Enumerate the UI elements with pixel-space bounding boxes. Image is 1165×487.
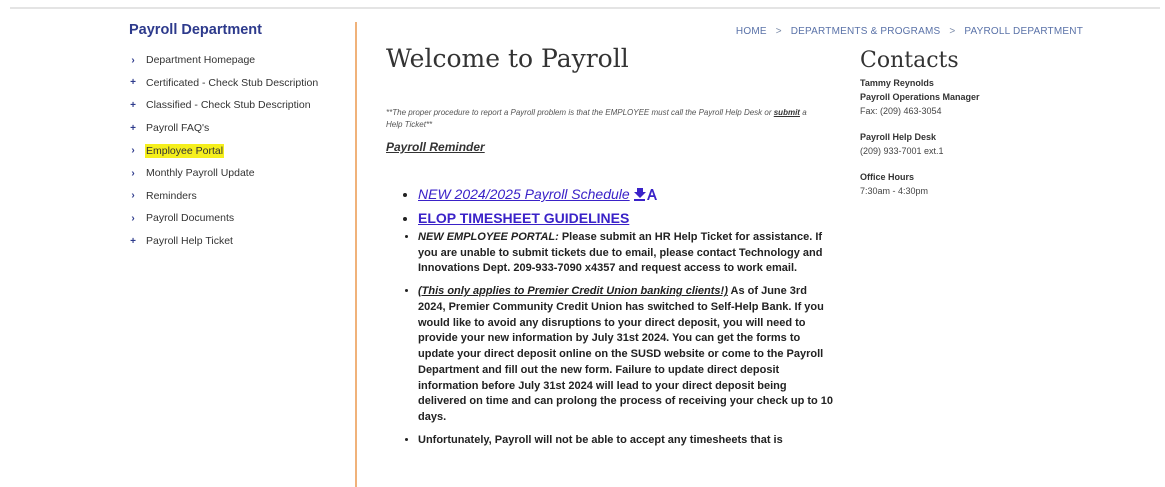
sidebar-item-label: Certificated - Check Stub Description [146, 76, 319, 89]
sidebar-item-label: Classified - Check Stub Description [146, 99, 311, 112]
chevron-right-icon: › [131, 167, 135, 179]
sidebar-item-label: Payroll FAQ's [146, 122, 210, 135]
contact-helpdesk: Payroll Help Desk (209) 933-7001 ext.1 [860, 131, 1060, 159]
chevron-right-icon: › [131, 145, 135, 157]
sidebar-item-reminders[interactable]: › Reminders [129, 185, 344, 208]
main-content: Welcome to Payroll **The proper procedur… [386, 44, 836, 455]
plus-icon: + [130, 77, 136, 89]
breadcrumb-departments-link[interactable]: DEPARTMENTS & PROGRAMS [791, 26, 941, 37]
sidebar-item-label: Reminders [146, 189, 197, 202]
hours-label: Office Hours [860, 171, 915, 182]
helpdesk-phone: (209) 933-7001 ext.1 [860, 145, 944, 156]
breadcrumb-separator: > [949, 26, 956, 37]
list-item: NEW 2024/2025 Payroll Schedule [418, 184, 836, 206]
sidebar-item-payroll-help-ticket[interactable]: + Payroll Help Ticket [129, 230, 344, 253]
chevron-right-icon: › [131, 212, 135, 224]
breadcrumb-home-link[interactable]: HOME [736, 26, 767, 37]
contact-name: Tammy Reynolds [860, 78, 934, 88]
payroll-schedule-link[interactable]: NEW 2024/2025 Payroll Schedule [418, 186, 630, 202]
sidebar-item-label: Payroll Help Ticket [146, 235, 233, 248]
sidebar-nav: Payroll Department › Department Homepage… [129, 22, 344, 252]
helpdesk-label: Payroll Help Desk [860, 131, 937, 142]
submit-ticket-link[interactable]: submit [774, 108, 800, 117]
breadcrumb: HOME > DEPARTMENTS & PROGRAMS > PAYROLL … [736, 26, 1083, 37]
chevron-right-icon: › [131, 54, 135, 66]
top-border [10, 7, 1160, 9]
payroll-problem-notice: **The proper procedure to report a Payro… [386, 107, 821, 131]
list-item: ELOP TIMESHEET GUIDELINES [418, 208, 836, 228]
breadcrumb-payroll-link[interactable]: PAYROLL DEPARTMENT [964, 26, 1083, 37]
credit-union-text: As of June 3rd 2024, Premier Community C… [418, 285, 834, 423]
timesheet-text: Unfortunately, Payroll will not be able … [418, 433, 783, 446]
contact-fax: Fax: (209) 463-3054 [860, 105, 942, 116]
sidebar-item-certificated-check-stub[interactable]: + Certificated - Check Stub Description [129, 72, 344, 95]
credit-union-note: (This only applies to Premier Credit Uni… [418, 285, 728, 298]
sidebar-item-monthly-payroll-update[interactable]: › Monthly Payroll Update [129, 162, 344, 185]
sidebar-title: Payroll Department [129, 22, 262, 38]
page-title: Welcome to Payroll [386, 44, 629, 73]
payroll-reminder-heading: Payroll Reminder [386, 140, 485, 154]
list-item: (This only applies to Premier Credit Uni… [418, 284, 836, 425]
chevron-right-icon: › [131, 190, 135, 202]
plus-icon: + [130, 99, 136, 111]
sidebar-item-department-homepage[interactable]: › Department Homepage [129, 49, 344, 72]
plus-icon: + [130, 122, 136, 134]
sidebar-item-employee-portal[interactable]: › Employee Portal [129, 139, 344, 162]
sidebar-item-payroll-faqs[interactable]: + Payroll FAQ's [129, 117, 344, 140]
hours-value: 7:30am - 4:30pm [860, 185, 929, 196]
sidebar-list: › Department Homepage + Certificated - C… [129, 49, 344, 252]
sidebar-item-label: Employee Portal [145, 143, 225, 158]
sidebar-item-classified-check-stub[interactable]: + Classified - Check Stub Description [129, 94, 344, 117]
contacts-panel: Contacts Tammy Reynolds Payroll Operatio… [860, 48, 1060, 211]
contacts-title: Contacts [860, 48, 959, 73]
notice-text: **The proper procedure to report a Payro… [386, 108, 774, 117]
elop-guidelines-link[interactable]: ELOP TIMESHEET GUIDELINES [418, 210, 629, 226]
reminder-list: NEW 2024/2025 Payroll Schedule ELOP TIME… [386, 184, 836, 448]
sidebar-item-label: Department Homepage [146, 54, 256, 67]
sidebar-item-label: Monthly Payroll Update [146, 167, 255, 180]
employee-portal-label: NEW EMPLOYEE PORTAL: [418, 231, 559, 244]
sidebar-item-payroll-documents[interactable]: › Payroll Documents [129, 207, 344, 230]
contact-person: Tammy Reynolds Payroll Operations Manage… [860, 77, 1060, 119]
contact-hours: Office Hours 7:30am - 4:30pm [860, 171, 1060, 199]
contact-role: Payroll Operations Manager [860, 91, 980, 102]
breadcrumb-separator: > [775, 26, 782, 37]
plus-icon: + [130, 235, 136, 247]
list-item: NEW EMPLOYEE PORTAL: Please submit an HR… [418, 230, 836, 277]
sidebar-item-label: Payroll Documents [146, 212, 235, 225]
list-item: Unfortunately, Payroll will not be able … [418, 433, 836, 449]
download-icon[interactable] [633, 186, 658, 206]
sidebar-divider [355, 22, 357, 487]
